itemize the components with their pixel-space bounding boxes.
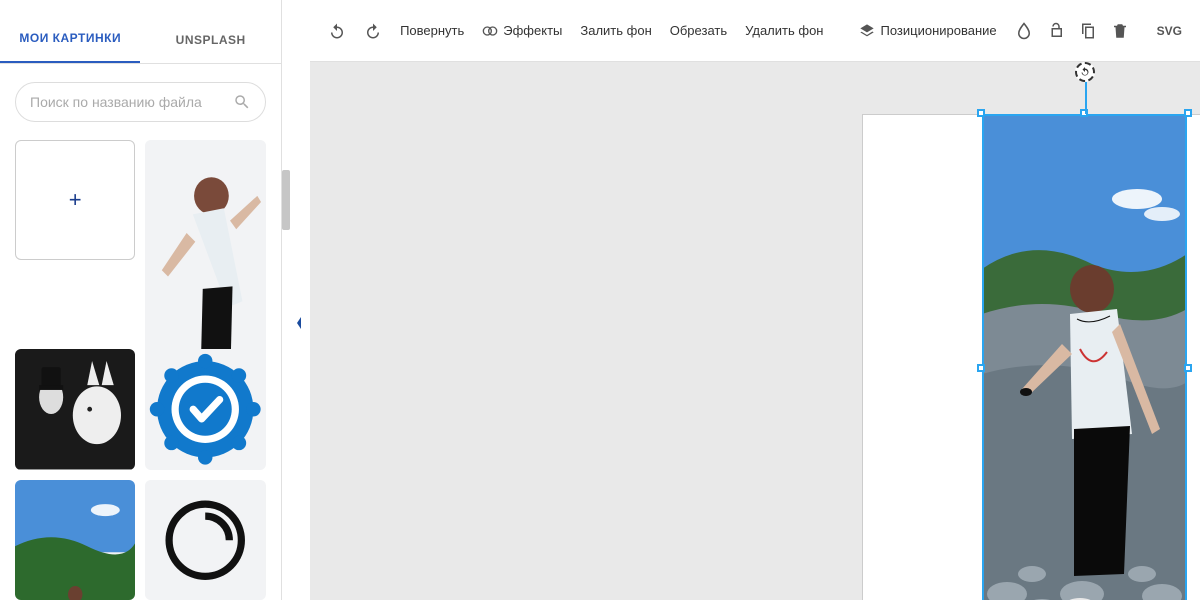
search-box [15,82,266,122]
rotate-handle[interactable] [1075,62,1095,82]
rotate-icon [1079,66,1091,78]
duplicate-icon[interactable] [1079,22,1097,40]
sidebar-scrollbar[interactable] [282,0,291,600]
tab-my-images[interactable]: МОИ КАРТИНКИ [0,13,140,63]
divider-area [291,0,310,600]
crop-button[interactable]: Обрезать [670,23,727,38]
positioning-label: Позиционирование [880,23,996,38]
gallery-thumb[interactable] [145,480,265,600]
scroll-thumb[interactable] [282,170,290,230]
resize-handle-ml[interactable] [977,364,985,372]
search-wrap [0,64,281,140]
selected-image[interactable] [982,114,1187,600]
resize-handle-mr[interactable] [1184,364,1192,372]
image-gallery: + [0,140,281,600]
tab-unsplash[interactable]: UNSPLASH [140,15,280,63]
effects-label: Эффекты [503,23,562,38]
add-image-button[interactable]: + [15,140,135,260]
search-input[interactable] [30,94,233,110]
fill-bg-button[interactable]: Залить фон [580,23,651,38]
canvas[interactable] [310,62,1200,600]
remove-bg-button[interactable]: Удалить фон [745,23,823,38]
delete-icon[interactable] [1111,22,1129,40]
rotate-button[interactable]: Повернуть [400,23,464,38]
gallery-thumb[interactable] [145,349,265,469]
lock-icon[interactable] [1047,22,1065,40]
positioning-button[interactable]: Позиционирование [859,23,996,39]
layers-icon [859,23,875,39]
svg-toggle[interactable]: SVG [1147,24,1182,38]
opacity-icon[interactable] [1015,22,1033,40]
redo-button[interactable] [364,22,382,40]
undo-button[interactable] [328,22,346,40]
collapse-sidebar-button[interactable] [295,315,303,331]
search-icon [233,93,251,111]
sidebar-tabs: МОИ КАРТИНКИ UNSPLASH [0,0,281,64]
toolbar: Повернуть Эффекты Залить фон Обрезать Уд… [310,0,1200,62]
canvas-image-content [982,114,1187,600]
main-area: Повернуть Эффекты Залить фон Обрезать Уд… [310,0,1200,600]
resize-handle-tl[interactable] [977,109,985,117]
effects-button[interactable]: Эффекты [482,23,562,39]
images-sidebar: МОИ КАРТИНКИ UNSPLASH + [0,0,282,600]
gallery-thumb[interactable] [15,349,135,469]
effects-icon [482,23,498,39]
resize-handle-tr[interactable] [1184,109,1192,117]
toolbar-right-group [1015,22,1129,40]
gallery-thumb[interactable] [15,480,135,600]
